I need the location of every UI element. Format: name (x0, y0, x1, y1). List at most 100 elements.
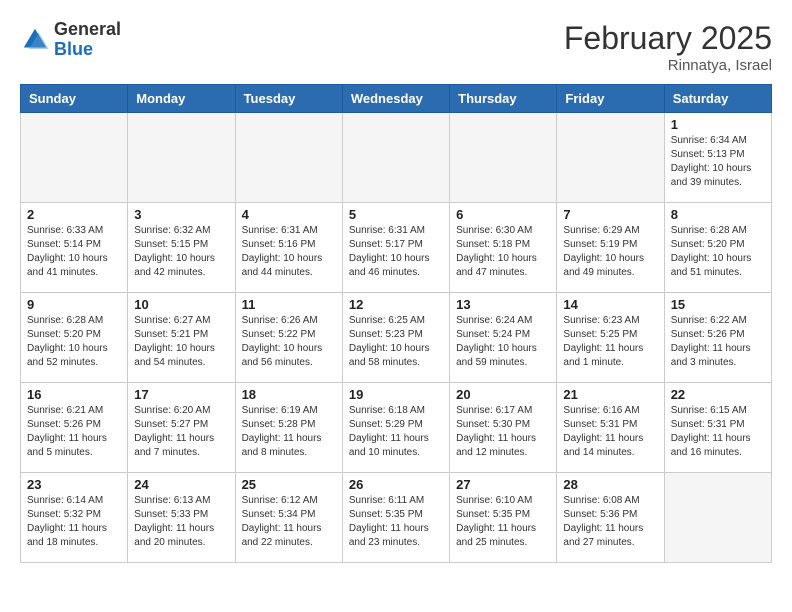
day-info: Sunrise: 6:16 AMSunset: 5:31 PMDaylight:… (563, 404, 657, 460)
day-number: 7 (563, 207, 657, 222)
calendar-day-cell: 16Sunrise: 6:21 AMSunset: 5:26 PMDayligh… (21, 383, 128, 473)
day-number: 24 (134, 477, 228, 492)
calendar-day-cell: 12 Sunrise: 6:25 AMSunset: 5:23 PMDayligh… (342, 293, 449, 383)
calendar-day-cell: 4 Sunrise: 6:31 AMSunset: 5:16 PMDaylight… (235, 203, 342, 293)
weekday-header: Tuesday (235, 85, 342, 113)
weekday-header: Saturday (664, 85, 771, 113)
logo-general-text: General (54, 20, 121, 40)
day-info: Sunrise: 6:23 AMSunset: 5:25 PMDaylight:… (563, 314, 657, 370)
day-number: 19 (349, 387, 443, 402)
day-info: Sunrise: 6:34 AMSunset: 5:13 PMDaylight:… (671, 134, 765, 190)
day-info: Sunrise: 6:12 AMSunset: 5:34 PMDaylight:… (242, 494, 336, 550)
day-number: 8 (671, 207, 765, 222)
calendar-day-cell: 13 Sunrise: 6:24 AMSunset: 5:24 PMDayligh… (450, 293, 557, 383)
day-number: 9 (27, 297, 121, 312)
day-info: Sunrise: 6:31 AMSunset: 5:17 PMDaylight:… (349, 224, 443, 280)
weekday-header: Sunday (21, 85, 128, 113)
day-number: 6 (456, 207, 550, 222)
calendar-day-cell: 7 Sunrise: 6:29 AMSunset: 5:19 PMDaylight… (557, 203, 664, 293)
day-info: Sunrise: 6:25 AMSunset: 5:23 PMDaylight:… (349, 314, 443, 370)
day-number: 2 (27, 207, 121, 222)
day-number: 22 (671, 387, 765, 402)
calendar-week-row: 2Sunrise: 6:33 AMSunset: 5:14 PMDaylight… (21, 203, 772, 293)
calendar-day-cell (664, 473, 771, 563)
day-number: 3 (134, 207, 228, 222)
calendar-day-cell: 18 Sunrise: 6:19 AMSunset: 5:28 PMDayligh… (235, 383, 342, 473)
day-number: 15 (671, 297, 765, 312)
day-number: 1 (671, 117, 765, 132)
calendar-day-cell: 21 Sunrise: 6:16 AMSunset: 5:31 PMDayligh… (557, 383, 664, 473)
calendar-week-row: 16Sunrise: 6:21 AMSunset: 5:26 PMDayligh… (21, 383, 772, 473)
weekday-header: Friday (557, 85, 664, 113)
logo-text: General Blue (54, 20, 121, 60)
day-info: Sunrise: 6:11 AMSunset: 5:35 PMDaylight:… (349, 494, 443, 550)
page-header: General Blue February 2025 Rinnatya, Isr… (20, 20, 772, 74)
calendar-day-cell: 20 Sunrise: 6:17 AMSunset: 5:30 PMDayligh… (450, 383, 557, 473)
logo-blue-text: Blue (54, 40, 121, 60)
day-info: Sunrise: 6:13 AMSunset: 5:33 PMDaylight:… (134, 494, 228, 550)
calendar-week-row: 23 Sunrise: 6:14 AMSunset: 5:32 PMDayligh… (21, 473, 772, 563)
calendar-week-row: 1 Sunrise: 6:34 AMSunset: 5:13 PMDaylight… (21, 113, 772, 203)
calendar-day-cell: 28 Sunrise: 6:08 AMSunset: 5:36 PMDayligh… (557, 473, 664, 563)
day-number: 20 (456, 387, 550, 402)
logo: General Blue (20, 20, 121, 60)
calendar-day-cell (235, 113, 342, 203)
day-info: Sunrise: 6:20 AMSunset: 5:27 PMDaylight:… (134, 404, 228, 460)
day-info: Sunrise: 6:26 AMSunset: 5:22 PMDaylight:… (242, 314, 336, 370)
day-info: Sunrise: 6:15 AMSunset: 5:31 PMDaylight:… (671, 404, 765, 460)
day-number: 4 (242, 207, 336, 222)
day-number: 28 (563, 477, 657, 492)
day-info: Sunrise: 6:29 AMSunset: 5:19 PMDaylight:… (563, 224, 657, 280)
day-info: Sunrise: 6:28 AMSunset: 5:20 PMDaylight:… (27, 314, 121, 370)
calendar-day-cell: 24 Sunrise: 6:13 AMSunset: 5:33 PMDayligh… (128, 473, 235, 563)
calendar-day-cell: 11 Sunrise: 6:26 AMSunset: 5:22 PMDayligh… (235, 293, 342, 383)
title-area: February 2025 Rinnatya, Israel (564, 20, 772, 74)
calendar-day-cell (557, 113, 664, 203)
location: Rinnatya, Israel (564, 57, 772, 74)
day-number: 17 (134, 387, 228, 402)
calendar-day-cell (128, 113, 235, 203)
day-number: 26 (349, 477, 443, 492)
weekday-header: Wednesday (342, 85, 449, 113)
day-info: Sunrise: 6:30 AMSunset: 5:18 PMDaylight:… (456, 224, 550, 280)
calendar-day-cell: 23 Sunrise: 6:14 AMSunset: 5:32 PMDayligh… (21, 473, 128, 563)
day-number: 27 (456, 477, 550, 492)
day-info: Sunrise: 6:08 AMSunset: 5:36 PMDaylight:… (563, 494, 657, 550)
calendar-day-cell: 22 Sunrise: 6:15 AMSunset: 5:31 PMDayligh… (664, 383, 771, 473)
weekday-header: Monday (128, 85, 235, 113)
day-info: Sunrise: 6:18 AMSunset: 5:29 PMDaylight:… (349, 404, 443, 460)
day-number: 23 (27, 477, 121, 492)
day-number: 13 (456, 297, 550, 312)
day-info: Sunrise: 6:31 AMSunset: 5:16 PMDaylight:… (242, 224, 336, 280)
calendar-week-row: 9 Sunrise: 6:28 AMSunset: 5:20 PMDaylight… (21, 293, 772, 383)
calendar-day-cell: 2Sunrise: 6:33 AMSunset: 5:14 PMDaylight… (21, 203, 128, 293)
calendar-day-cell: 5 Sunrise: 6:31 AMSunset: 5:17 PMDaylight… (342, 203, 449, 293)
day-info: Sunrise: 6:27 AMSunset: 5:21 PMDaylight:… (134, 314, 228, 370)
day-info: Sunrise: 6:24 AMSunset: 5:24 PMDaylight:… (456, 314, 550, 370)
calendar-day-cell: 8Sunrise: 6:28 AMSunset: 5:20 PMDaylight… (664, 203, 771, 293)
day-number: 21 (563, 387, 657, 402)
calendar-day-cell: 10Sunrise: 6:27 AMSunset: 5:21 PMDayligh… (128, 293, 235, 383)
day-info: Sunrise: 6:19 AMSunset: 5:28 PMDaylight:… (242, 404, 336, 460)
calendar-day-cell (450, 113, 557, 203)
calendar-day-cell (342, 113, 449, 203)
day-number: 16 (27, 387, 121, 402)
calendar-day-cell: 19 Sunrise: 6:18 AMSunset: 5:29 PMDayligh… (342, 383, 449, 473)
calendar-day-cell: 17 Sunrise: 6:20 AMSunset: 5:27 PMDayligh… (128, 383, 235, 473)
calendar-day-cell (21, 113, 128, 203)
logo-icon (20, 25, 50, 55)
day-number: 11 (242, 297, 336, 312)
calendar-day-cell: 1 Sunrise: 6:34 AMSunset: 5:13 PMDaylight… (664, 113, 771, 203)
calendar-table: SundayMondayTuesdayWednesdayThursdayFrid… (20, 84, 772, 563)
day-info: Sunrise: 6:32 AMSunset: 5:15 PMDaylight:… (134, 224, 228, 280)
day-number: 5 (349, 207, 443, 222)
day-number: 12 (349, 297, 443, 312)
day-number: 18 (242, 387, 336, 402)
day-number: 14 (563, 297, 657, 312)
day-info: Sunrise: 6:17 AMSunset: 5:30 PMDaylight:… (456, 404, 550, 460)
day-info: Sunrise: 6:14 AMSunset: 5:32 PMDaylight:… (27, 494, 121, 550)
calendar-day-cell: 14 Sunrise: 6:23 AMSunset: 5:25 PMDayligh… (557, 293, 664, 383)
day-info: Sunrise: 6:10 AMSunset: 5:35 PMDaylight:… (456, 494, 550, 550)
day-info: Sunrise: 6:22 AMSunset: 5:26 PMDaylight:… (671, 314, 765, 370)
calendar-day-cell: 26 Sunrise: 6:11 AMSunset: 5:35 PMDayligh… (342, 473, 449, 563)
